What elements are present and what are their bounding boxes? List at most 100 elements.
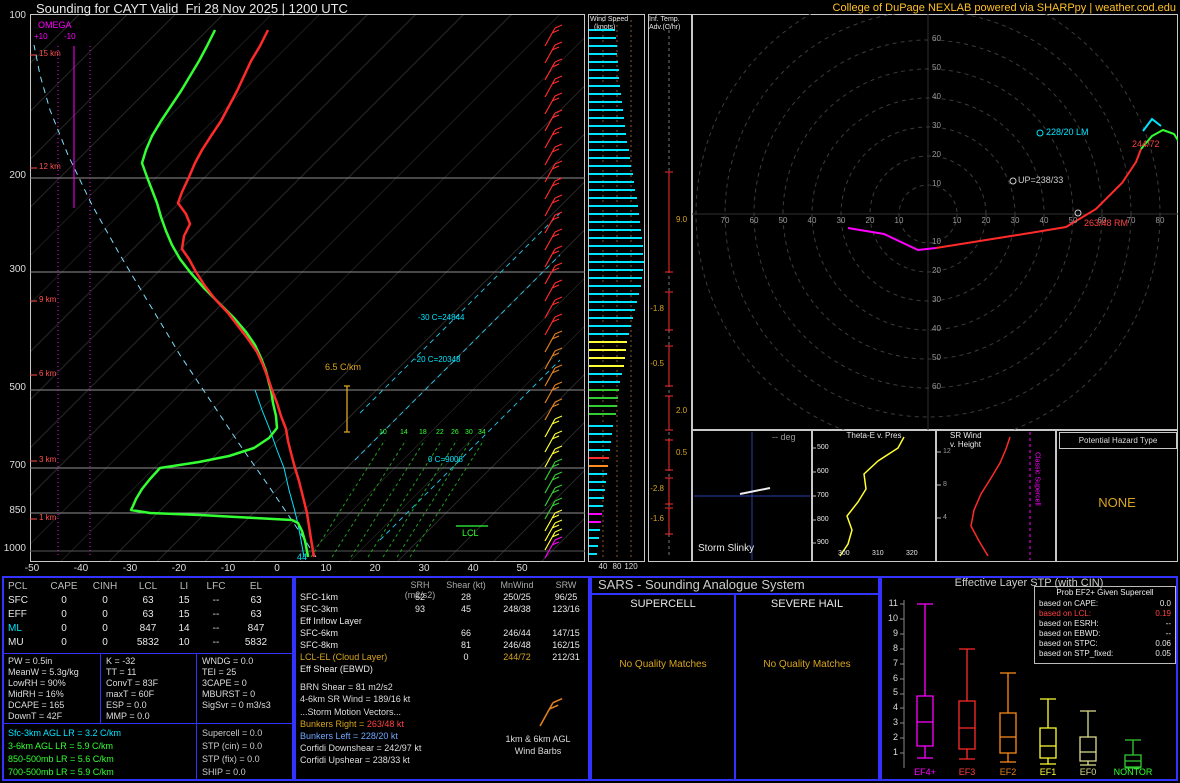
parcel-row-ml[interactable]: ML (8, 623, 44, 637)
corfidi-upshear: Corfidi Upshear = 238/33 kt (300, 755, 410, 765)
pressure-label: 300 (9, 264, 26, 275)
cell (546, 664, 586, 676)
thetae-pres-label: 700 (817, 492, 829, 499)
pressure-label: 100 (9, 10, 26, 21)
height-label: 9 km (39, 295, 57, 304)
parcel-row-eff[interactable]: EFF (8, 609, 44, 623)
temp-tick: 0 (274, 563, 280, 574)
mixing-ratio-label: 30 (465, 429, 473, 436)
adv-value: 2.0 (676, 406, 688, 415)
legend-row: based on CAPE: 0.0 (1035, 599, 1175, 609)
value: 228/20 kt (360, 731, 398, 741)
credit-link[interactable]: College of DuPage NEXLAB powered via SHA… (833, 2, 1176, 15)
thetae-pres-label: 900 (817, 539, 829, 546)
cell: 63 (250, 595, 262, 606)
cell (488, 664, 546, 676)
lapse-rate: 3-6km AGL LR = 5.9 C/km (8, 741, 113, 751)
value: 0.05 (1155, 649, 1171, 658)
divider (100, 653, 101, 723)
cell: 0 (102, 609, 108, 620)
stat: 3CAPE = 0 (202, 678, 247, 688)
cell: 63 (142, 595, 154, 606)
stat: DCAPE = 165 (8, 700, 65, 710)
parcel-row-sfc[interactable]: SFC (8, 595, 44, 609)
stp-y-tick: 6 (892, 673, 898, 683)
windspeed-subtitle: (knots) (594, 24, 616, 31)
stp-y-tick: 7 (892, 658, 898, 668)
cell: 244/72 (503, 652, 531, 662)
hodo-tick: 40 (1039, 216, 1049, 225)
mixing-ratio-label: 22 (436, 429, 444, 436)
srwind-km-label: 8 (943, 481, 947, 488)
label: based on STPC: (1039, 639, 1098, 648)
thermo-col-2: K = -32 TT = 11 ConvT = 83F maxT = 60F E… (106, 656, 158, 722)
adv-value: -0.5 (650, 359, 664, 368)
height-label: 12 km (39, 162, 61, 171)
cell (396, 652, 444, 664)
cell: 14 (178, 623, 190, 634)
cell: 162/15 (552, 640, 580, 650)
hodo-tick: 10 (952, 216, 962, 225)
bunkers-left: Bunkers Left = 228/20 kt (300, 731, 398, 741)
stat: WNDG = 0.0 (202, 656, 254, 666)
label: based on EBWD: (1039, 629, 1101, 638)
cell: 248/38 (503, 604, 531, 614)
stp-y-tick: 9 (892, 628, 898, 638)
cell (396, 616, 444, 628)
cell: -- (212, 623, 220, 634)
lapse-rate-list: Sfc-3km AGL LR = 3.2 C/km 3-6km AGL LR =… (8, 727, 121, 779)
windspeed-title: Wind Speed (590, 16, 629, 23)
stp-probability-legend: Prob EF2+ Given Supercell based on CAPE:… (1034, 586, 1176, 664)
row-label: SFC-6km (300, 628, 338, 638)
row-label: SFC-8km (300, 640, 338, 650)
divider (196, 653, 197, 723)
cell: 45 (460, 604, 471, 614)
lapse-rate: 850-500mb LR = 5.6 C/km (8, 754, 114, 764)
col-header: PCL (8, 581, 28, 592)
cell: 81 (460, 640, 471, 650)
row-label: Eff Inflow Layer (300, 616, 362, 626)
label: based on CAPE: (1039, 599, 1099, 608)
cell (546, 616, 586, 628)
tempadv-subtitle: Adv.(C/hr) (649, 24, 681, 31)
composite-indices: Supercell = 0.0 STP (cin) = 0.0 STP (fix… (202, 727, 262, 779)
col-header: LI (179, 581, 189, 592)
hodo-tick: 50 (778, 216, 788, 225)
cell: 0 (102, 637, 108, 648)
omega-label: OMEGA (38, 20, 72, 30)
hodo-tick: 30 (836, 216, 846, 225)
stp-y-tick: 1 (892, 747, 898, 757)
max-wind-label: 244/72 (1132, 139, 1160, 149)
cell: 246/44 (503, 628, 531, 638)
legend-row: based on ESRH: -- (1035, 619, 1175, 629)
thetae-panel (812, 430, 936, 562)
temp-tick: -10 (220, 563, 236, 574)
label: based on ESRH: (1039, 619, 1099, 628)
stat: maxT = 60F (106, 689, 155, 699)
hodo-tick: 20 (932, 266, 941, 275)
cell: 0 (102, 623, 108, 634)
cell: 15 (178, 609, 190, 620)
stat: PW = 0.5in (8, 656, 53, 666)
cell: 847 (247, 623, 265, 634)
cell: 847 (139, 623, 157, 634)
label: Bunkers Right = (300, 719, 365, 729)
lapse-rate: 700-500mb LR = 5.9 C/km (8, 767, 114, 777)
value: 0.06 (1155, 639, 1171, 648)
index: Supercell = 0.0 (202, 728, 263, 738)
thetae-title: Theta-E v. Pres (846, 431, 902, 440)
parcel-row-mu[interactable]: MU (8, 637, 44, 651)
thetae-x-tick: 300 (838, 550, 850, 557)
height-label: 3 km (39, 455, 57, 464)
temp-tick: -40 (73, 563, 89, 574)
hodo-tick: 10 (932, 237, 941, 246)
col-header: SRH (m2/s2) (404, 580, 436, 600)
cell: 0 (61, 637, 67, 648)
cell (396, 664, 444, 676)
storm-motion-header: ...Storm Motion Vectors... (300, 707, 402, 717)
cell: -- (212, 595, 220, 606)
legend-row: based on STP_fixed: 0.05 (1035, 649, 1175, 659)
slinky-deg-readout: -- deg (772, 432, 796, 442)
index: STP (fix) = 0.0 (202, 754, 260, 764)
col-header: EL (249, 581, 263, 592)
